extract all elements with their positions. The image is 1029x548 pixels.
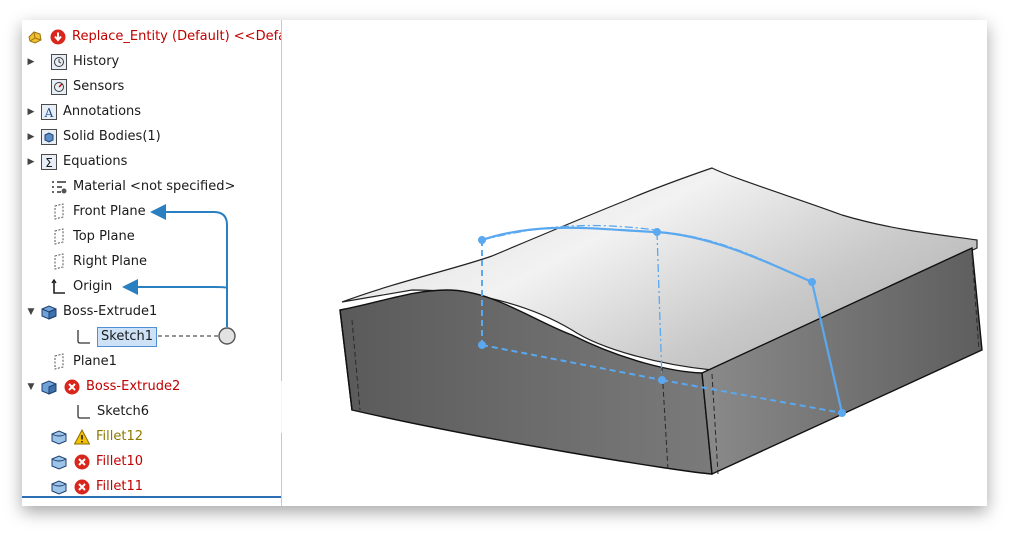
connector-to-origin: [122, 279, 228, 295]
expand-arrow-icon[interactable]: ▶: [26, 151, 36, 173]
extrude-feature-icon: [40, 378, 58, 396]
tree-item-fillet12[interactable]: Fillet12: [50, 426, 143, 448]
tree-item-fillet11[interactable]: Fillet11: [50, 476, 143, 498]
annotations-icon: A: [40, 103, 58, 121]
origin-icon: [50, 278, 68, 296]
equations-icon: Σ: [40, 153, 58, 171]
plane-icon: [50, 203, 68, 221]
collapse-arrow-icon[interactable]: ▼: [26, 301, 36, 323]
tree-item-sketch6[interactable]: Sketch6: [74, 401, 149, 423]
tree-root-label: Replace_Entity (Default) <<Defau: [72, 29, 282, 44]
tree-root[interactable]: Replace_Entity (Default) <<Defau: [26, 26, 282, 48]
graphics-viewport[interactable]: [282, 20, 987, 506]
sketch-icon: [74, 403, 92, 421]
solidworks-window: Replace_Entity (Default) <<Defau ▶ Histo…: [22, 20, 987, 506]
error-icon: [63, 378, 81, 396]
tree-item-sensors[interactable]: Sensors: [50, 76, 124, 98]
warning-icon: [73, 428, 91, 446]
sketch-icon: [74, 328, 92, 346]
tree-item-right-plane[interactable]: Right Plane: [50, 251, 147, 273]
expand-arrow-icon[interactable]: ▶: [26, 51, 36, 73]
error-icon: [73, 478, 91, 496]
svg-text:Σ: Σ: [45, 156, 53, 170]
tree-item-top-plane[interactable]: Top Plane: [50, 226, 135, 248]
tree-item-history[interactable]: ▶ History: [26, 51, 119, 73]
tree-item-material[interactable]: Material <not specified>: [50, 176, 235, 198]
error-icon: [73, 453, 91, 471]
model-3d-view[interactable]: [282, 20, 987, 506]
expand-arrow-icon[interactable]: ▶: [26, 101, 36, 123]
tree-item-solid-bodies[interactable]: ▶ Solid Bodies(1): [26, 126, 161, 148]
tree-item-annotations[interactable]: ▶ A Annotations: [26, 101, 141, 123]
plane-icon: [50, 228, 68, 246]
plane-icon: [50, 353, 68, 371]
fillet-icon: [50, 478, 68, 496]
collapse-arrow-icon[interactable]: ▼: [26, 376, 36, 398]
svg-text:A: A: [44, 106, 54, 120]
expand-arrow-icon[interactable]: ▶: [26, 126, 36, 148]
tree-item-plane1[interactable]: Plane1: [50, 351, 117, 373]
fillet-icon: [50, 428, 68, 446]
tree-item-boss-extrude1[interactable]: ▼ Boss-Extrude1: [26, 301, 157, 323]
tree-item-origin[interactable]: Origin: [50, 276, 112, 298]
sensors-icon: [50, 78, 68, 96]
material-icon: [50, 178, 68, 196]
tree-item-boss-extrude2[interactable]: ▼ Boss-Extrude2: [26, 376, 180, 398]
connector-to-front-plane: [150, 204, 228, 315]
plane-icon: [50, 253, 68, 271]
connector-node: [218, 327, 236, 345]
feature-manager-tree: Replace_Entity (Default) <<Defau ▶ Histo…: [22, 20, 282, 506]
history-icon: [50, 53, 68, 71]
tree-item-equations[interactable]: ▶ Σ Equations: [26, 151, 127, 173]
fillet-icon: [50, 453, 68, 471]
tree-item-fillet10[interactable]: Fillet10: [50, 451, 143, 473]
tree-item-front-plane[interactable]: Front Plane: [50, 201, 146, 223]
tree-item-sketch1[interactable]: Sketch1: [74, 326, 158, 348]
solid-bodies-icon: [40, 128, 58, 146]
tree-scroll-indicator: [22, 496, 281, 498]
extrude-feature-icon: [40, 303, 58, 321]
rebuild-error-icon: [49, 28, 67, 46]
part-icon: [26, 28, 44, 46]
